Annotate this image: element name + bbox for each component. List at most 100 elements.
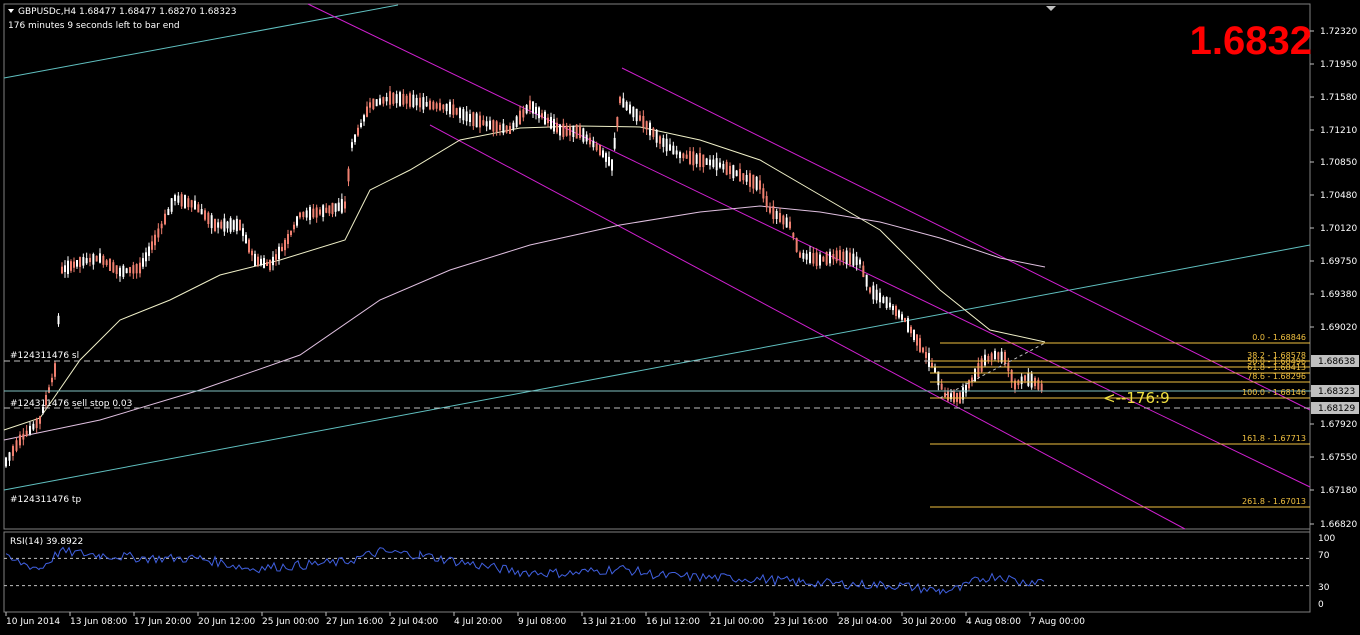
candle-body	[592, 140, 595, 148]
candle-body	[553, 118, 555, 132]
candle-body	[1037, 379, 1040, 390]
candle-body	[482, 120, 485, 126]
candle-body	[572, 125, 575, 138]
rsi-label: RSI(14) 39.8922	[10, 537, 83, 547]
candle-body	[769, 207, 771, 213]
candle-body	[129, 267, 131, 273]
bar-countdown: <--176:9	[1103, 389, 1170, 407]
price-tick-label: 1.67180	[1320, 486, 1357, 496]
candle-body	[532, 101, 534, 114]
candle-body	[89, 257, 91, 263]
candle-body	[855, 256, 858, 266]
candle-body	[772, 205, 775, 220]
candle-body	[257, 256, 259, 266]
candle-body	[575, 124, 578, 139]
candle-body	[889, 302, 891, 308]
candle-body	[305, 210, 308, 218]
candle-body	[980, 358, 983, 372]
candle-body	[595, 143, 598, 151]
price-tick-label: 1.70120	[1320, 224, 1357, 234]
candle-body	[145, 252, 147, 262]
candle-body	[217, 222, 220, 228]
candle-body	[432, 101, 435, 110]
candle-body	[802, 252, 805, 259]
candle-body	[682, 153, 685, 159]
channel-lower-line	[429, 124, 1186, 530]
candle-body	[715, 158, 718, 171]
candle-body	[459, 107, 461, 119]
price-tick-label: 1.71210	[1320, 126, 1357, 136]
candle-body	[1017, 380, 1020, 386]
candle-body	[709, 159, 711, 166]
candle-body	[547, 117, 549, 124]
candle-body	[64, 265, 66, 273]
time-tick-label: 4 Jul 20:00	[454, 617, 503, 627]
candle-body	[859, 259, 861, 265]
candle-body	[722, 163, 725, 170]
candle-body	[519, 110, 521, 125]
candle-body	[582, 128, 585, 142]
candle-body	[170, 198, 173, 212]
candle-body	[269, 259, 271, 271]
candle-body	[616, 117, 619, 127]
candle-body	[462, 109, 465, 121]
chart-window[interactable]: 0.0 - 1.68846 38.2 - 1.68578 50.0 - 1.6849…	[0, 0, 1360, 631]
take-profit-label: #124311476 tp	[10, 495, 81, 505]
scroll-marker-icon[interactable]	[1046, 6, 1056, 11]
candle-body	[312, 208, 315, 218]
candle-body	[251, 250, 253, 256]
candle-body	[302, 211, 305, 218]
rsi-tick-label: 100	[1318, 534, 1335, 544]
candle-body	[82, 257, 85, 266]
candle-body	[325, 207, 328, 213]
candle-body	[1030, 373, 1033, 388]
time-tick-label: 4 Aug 08:00	[966, 617, 1021, 627]
candle-body	[354, 134, 356, 143]
price-tick-label: 1.66820	[1320, 520, 1357, 530]
candle-body	[204, 210, 206, 220]
candle-body	[541, 113, 543, 118]
candle-body	[452, 104, 455, 115]
candle-body	[242, 228, 244, 236]
fibonacci-tool[interactable]: 0.0 - 1.6884638.2 - 1.6857850.0 - 1.6849…	[930, 333, 1310, 508]
candle-body	[190, 200, 193, 208]
candle-body	[752, 174, 755, 189]
candle-body	[953, 391, 955, 403]
dropdown-triangle-icon[interactable]	[8, 9, 14, 13]
candle-body	[613, 137, 616, 149]
candle-body	[425, 101, 428, 107]
candle-body	[309, 207, 311, 220]
candle-body	[35, 418, 38, 429]
candle-body	[495, 121, 498, 133]
sell-stop-label: #124311476 sell stop 0.03	[10, 399, 132, 409]
price-chart[interactable]: 0.0 - 1.6884638.2 - 1.6857850.0 - 1.6849…	[0, 0, 1360, 631]
candle-body	[639, 115, 641, 121]
candle-body	[469, 114, 471, 122]
candle-body	[809, 251, 811, 264]
candle-body	[907, 318, 909, 332]
price-marker-label: 1.68323	[1318, 387, 1355, 397]
descending-channel[interactable]	[307, 3, 1311, 530]
candle-body	[415, 97, 418, 106]
candle-body	[315, 207, 318, 218]
candle-body	[652, 128, 655, 137]
candle-body	[99, 253, 101, 263]
time-tick-label: 27 Jun 16:00	[326, 617, 383, 627]
candle-body	[293, 224, 295, 230]
rsi-panel-border	[3, 531, 1311, 613]
time-tick-label: 10 Jun 2014	[6, 617, 60, 627]
candle-body	[399, 92, 401, 106]
candle-body	[351, 142, 353, 148]
rsi-line	[5, 546, 1045, 596]
candle-body	[32, 423, 35, 430]
candle-body	[61, 266, 63, 274]
candle-body	[184, 195, 186, 208]
candle-body	[729, 165, 731, 175]
candle-body	[164, 213, 166, 225]
candle-body	[655, 129, 658, 143]
candle-body	[512, 122, 515, 129]
price-marker-label: 1.68129	[1318, 404, 1355, 414]
candle-body	[869, 287, 871, 293]
candle-body	[223, 218, 226, 232]
candle-body	[619, 96, 621, 104]
